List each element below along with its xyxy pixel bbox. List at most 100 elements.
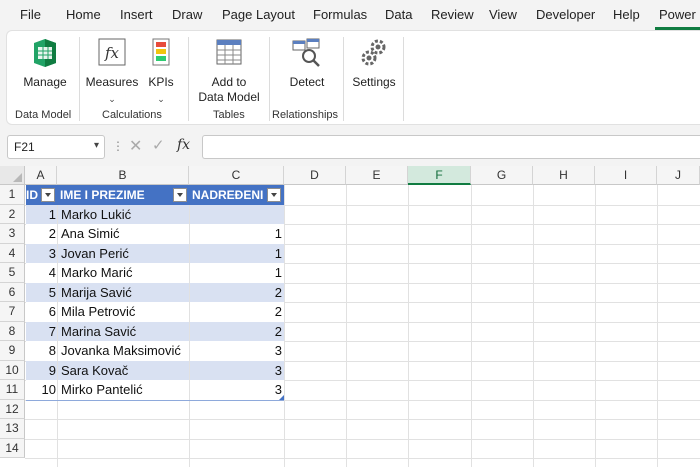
table-row[interactable]: 9 Sara Kovač 3 — [26, 360, 284, 381]
cell-name[interactable]: Marija Savić — [61, 283, 189, 303]
table-row[interactable]: 6 Mila Petrović 2 — [26, 302, 284, 323]
group-separator — [269, 37, 270, 121]
column-header-h[interactable]: H — [533, 166, 595, 185]
row-header-6[interactable]: 6 — [0, 282, 25, 302]
tab-home[interactable]: Home — [66, 7, 101, 22]
row-header-3[interactable]: 3 — [0, 224, 25, 244]
ribbon: Manage fx Measures ⌄ KPIs ⌄ Add to Data … — [6, 30, 700, 125]
tab-formulas[interactable]: Formulas — [313, 7, 367, 22]
cell-id[interactable]: 10 — [26, 380, 56, 400]
add-to-data-model-button[interactable]: Add to Data Model — [193, 37, 265, 104]
column-header-j[interactable]: J — [657, 166, 700, 185]
row-header-4[interactable]: 4 — [0, 243, 25, 263]
column-header-i[interactable]: I — [595, 166, 657, 185]
tab-help[interactable]: Help — [613, 7, 640, 22]
cell-id[interactable]: 1 — [26, 205, 56, 225]
cell-id[interactable]: 6 — [26, 302, 56, 322]
tab-review[interactable]: Review — [431, 7, 474, 22]
insert-function-icon[interactable]: fx — [177, 137, 190, 153]
cell-nadredjeni[interactable] — [192, 205, 282, 225]
column-header-b[interactable]: B — [57, 166, 189, 185]
table-row[interactable]: 4 Marko Marić 1 — [26, 263, 284, 284]
table-resize-handle[interactable] — [279, 395, 284, 400]
row-header-11[interactable]: 11 — [0, 380, 25, 400]
measures-button[interactable]: fx Measures ⌄ — [84, 37, 140, 104]
cell-nadredjeni[interactable]: 1 — [192, 224, 282, 244]
group-label-tables: Tables — [213, 109, 245, 121]
cell-id[interactable]: 4 — [26, 263, 56, 283]
row-header-2[interactable]: 2 — [0, 204, 25, 224]
cell-name[interactable]: Jovanka Maksimović — [61, 341, 189, 361]
tab-file[interactable]: File — [20, 7, 41, 22]
column-header-e[interactable]: E — [346, 166, 408, 185]
row-header-1[interactable]: 1 — [0, 185, 25, 205]
cell-id[interactable]: 5 — [26, 283, 56, 303]
cell-name[interactable]: Mila Petrović — [61, 302, 189, 322]
filter-dropdown-icon[interactable] — [41, 188, 55, 202]
worksheet-grid[interactable]: A B C D E F G H I J 1 2 3 4 5 6 7 8 9 10 11 12 13 14 ID IME I PRE… — [0, 166, 700, 467]
table-row[interactable]: 7 Marina Savić 2 — [26, 321, 284, 342]
column-header-f[interactable]: F — [408, 166, 471, 185]
column-header-g[interactable]: G — [471, 166, 533, 185]
tab-data[interactable]: Data — [385, 7, 412, 22]
formula-input[interactable] — [202, 135, 700, 159]
cell-nadredjeni[interactable]: 2 — [192, 322, 282, 342]
cell-nadredjeni[interactable]: 3 — [192, 380, 282, 400]
tab-draw[interactable]: Draw — [172, 7, 202, 22]
more-options-icon[interactable]: ⋮ — [112, 139, 124, 153]
row-header-14[interactable]: 14 — [0, 438, 25, 458]
cell-nadredjeni[interactable]: 3 — [192, 341, 282, 361]
row-header-13[interactable]: 13 — [0, 419, 25, 439]
cell-name[interactable]: Ana Simić — [61, 224, 189, 244]
filter-dropdown-icon[interactable] — [267, 188, 281, 202]
table-row[interactable]: 8 Jovanka Maksimović 3 — [26, 341, 284, 362]
cell-name[interactable]: Marina Savić — [61, 322, 189, 342]
cell-name[interactable]: Mirko Pantelić — [61, 380, 189, 400]
table-row[interactable]: 3 Jovan Perić 1 — [26, 243, 284, 264]
chevron-down-icon[interactable]: ▾ — [94, 140, 99, 151]
row-header-7[interactable]: 7 — [0, 302, 25, 322]
cell-id[interactable]: 3 — [26, 244, 56, 264]
kpi-icon — [150, 37, 172, 71]
row-header-10[interactable]: 10 — [0, 360, 25, 380]
tab-view[interactable]: View — [489, 7, 517, 22]
column-header-c[interactable]: C — [189, 166, 284, 185]
cell-id[interactable]: 2 — [26, 224, 56, 244]
cell-nadredjeni[interactable]: 3 — [192, 361, 282, 381]
row-header-8[interactable]: 8 — [0, 321, 25, 341]
cell-id[interactable]: 9 — [26, 361, 56, 381]
table-row[interactable]: 5 Marija Savić 2 — [26, 282, 284, 303]
row-header-9[interactable]: 9 — [0, 341, 25, 361]
cancel-icon[interactable]: ✕ — [129, 136, 142, 156]
name-box[interactable]: F21 ▾ — [7, 135, 105, 159]
tab-power-pivot[interactable]: Power — [659, 7, 696, 22]
cell-nadredjeni[interactable]: 1 — [192, 263, 282, 283]
detect-button[interactable]: Detect — [277, 37, 337, 97]
table-row[interactable]: 2 Ana Simić 1 — [26, 224, 284, 245]
manage-button[interactable]: Manage — [15, 37, 75, 97]
column-header-a[interactable]: A — [25, 166, 57, 185]
select-all-button[interactable] — [0, 166, 25, 185]
column-header-d[interactable]: D — [284, 166, 346, 185]
cell-name[interactable]: Jovan Perić — [61, 244, 189, 264]
tab-insert[interactable]: Insert — [120, 7, 153, 22]
kpis-button[interactable]: KPIs ⌄ — [141, 37, 181, 104]
cell-id[interactable]: 8 — [26, 341, 56, 361]
settings-button[interactable]: Settings — [349, 37, 399, 97]
cell-nadredjeni[interactable]: 1 — [192, 244, 282, 264]
tab-page-layout[interactable]: Page Layout — [222, 7, 295, 22]
group-label-calculations: Calculations — [102, 109, 162, 121]
row-header-5[interactable]: 5 — [0, 263, 25, 283]
cell-name[interactable]: Sara Kovač — [61, 361, 189, 381]
enter-icon[interactable]: ✓ — [152, 136, 165, 154]
table-row[interactable]: 1 Marko Lukić — [26, 204, 284, 225]
tab-developer[interactable]: Developer — [536, 7, 595, 22]
cell-name[interactable]: Marko Marić — [61, 263, 189, 283]
table-row[interactable]: 10 Mirko Pantelić 3 — [26, 380, 284, 401]
cell-nadredjeni[interactable]: 2 — [192, 283, 282, 303]
row-header-12[interactable]: 12 — [0, 399, 25, 419]
filter-dropdown-icon[interactable] — [173, 188, 187, 202]
cell-name[interactable]: Marko Lukić — [61, 205, 189, 225]
cell-id[interactable]: 7 — [26, 322, 56, 342]
cell-nadredjeni[interactable]: 2 — [192, 302, 282, 322]
